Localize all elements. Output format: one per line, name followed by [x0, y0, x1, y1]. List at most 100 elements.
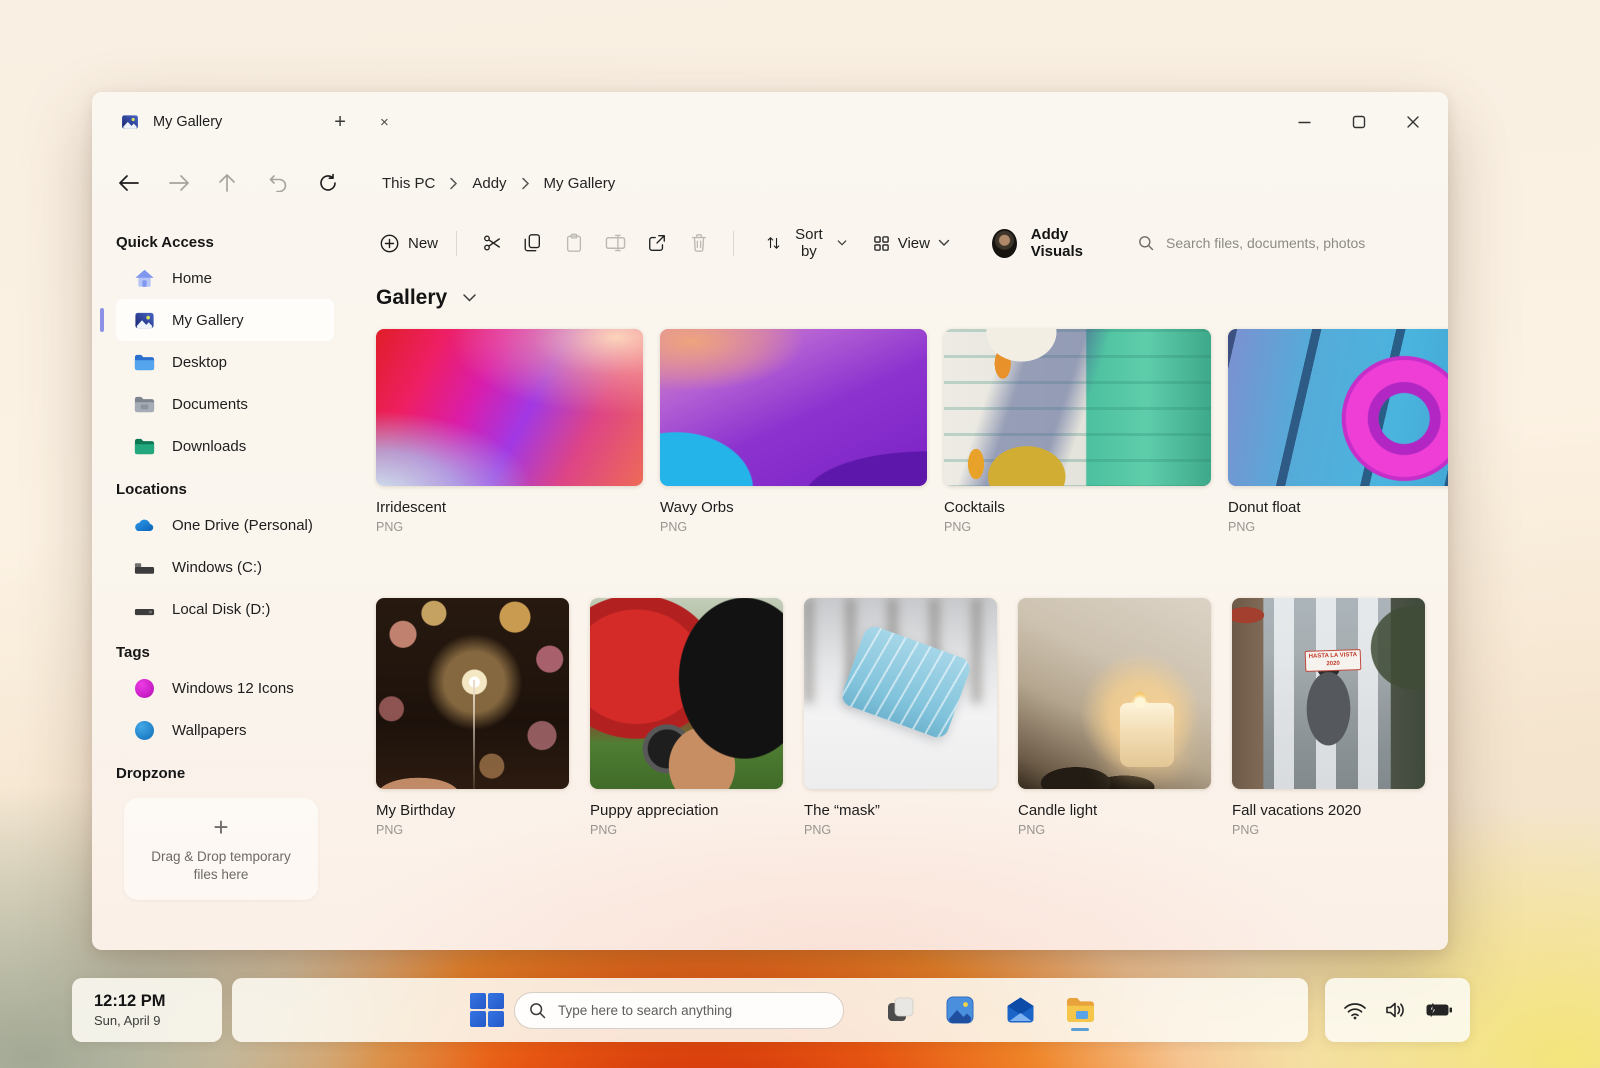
breadcrumb-addy[interactable]: Addy — [472, 175, 506, 192]
sidebar-item-documents[interactable]: Documents — [116, 383, 334, 425]
tab-title: My Gallery — [153, 114, 222, 130]
chevron-down-icon — [837, 239, 847, 247]
gallery-item-irridescent[interactable]: Irridescent PNG — [376, 329, 643, 534]
toolbar-separator — [733, 231, 734, 256]
sidebar-item-onedrive[interactable]: One Drive (Personal) — [116, 504, 334, 546]
explorer-search — [1138, 234, 1448, 252]
system-drive-icon — [132, 555, 156, 579]
desktop: My Gallery + × — [0, 0, 1600, 1068]
thumbnail-donut-float — [1228, 329, 1448, 486]
photos-app-icon[interactable] — [942, 989, 978, 1031]
tag-magenta-icon — [132, 676, 156, 700]
forward-icon[interactable] — [168, 174, 218, 192]
mail-app-icon[interactable] — [1002, 989, 1038, 1031]
gallery-item-donut-float[interactable]: Donut float PNG — [1228, 329, 1448, 534]
undo-icon[interactable] — [268, 174, 318, 192]
share-icon[interactable] — [636, 227, 677, 259]
chevron-down-icon — [462, 293, 477, 303]
sort-by-button[interactable]: Sort by — [758, 220, 855, 266]
taskbar-clock-widget[interactable]: 12:12 PM Sun, April 9 — [72, 978, 222, 1042]
sidebar-item-tag-windows-12-icons[interactable]: Windows 12 Icons — [116, 667, 334, 709]
clock-date: Sun, April 9 — [94, 1013, 222, 1028]
close-window-button[interactable] — [1402, 111, 1424, 133]
taskbar-dock — [882, 989, 1098, 1031]
new-tab-button[interactable]: + — [326, 108, 354, 136]
titlebar: My Gallery + × — [92, 92, 1448, 152]
tab-my-gallery[interactable]: My Gallery — [118, 110, 222, 134]
command-toolbar: New — [376, 214, 1448, 272]
close-tab-button[interactable]: × — [372, 111, 397, 134]
gallery-item-candle-light[interactable]: Candle light PNG — [1018, 598, 1211, 837]
sidebar-item-my-gallery[interactable]: My Gallery — [116, 299, 334, 341]
section-quick-access: Quick Access — [116, 234, 350, 251]
sidebar-item-local-disk-d[interactable]: Local Disk (D:) — [116, 588, 334, 630]
windows-start-icon[interactable] — [470, 993, 504, 1027]
gallery-item-the-mask[interactable]: The “mask” PNG — [804, 598, 997, 837]
file-explorer-icon[interactable] — [1062, 989, 1098, 1031]
dropzone-text: Drag & Drop temporary files here — [141, 848, 301, 884]
taskbar-search-input[interactable] — [556, 1002, 829, 1019]
dropzone-area[interactable]: + Drag & Drop temporary files here — [124, 798, 318, 900]
rename-icon[interactable] — [595, 228, 636, 258]
folder-gray-icon — [132, 392, 156, 416]
sidebar-item-desktop[interactable]: Desktop — [116, 341, 334, 383]
breadcrumb-this-pc[interactable]: This PC — [382, 175, 435, 192]
grid-view-icon — [873, 235, 890, 252]
task-view-icon[interactable] — [882, 989, 918, 1031]
search-input[interactable] — [1164, 234, 1448, 252]
sidebar: Quick Access Home — [92, 214, 350, 950]
thumbnail-cocktails — [944, 329, 1211, 486]
thumbnail-candle-light — [1018, 598, 1211, 789]
onedrive-cloud-icon — [132, 513, 156, 537]
hard-drive-icon — [132, 597, 156, 621]
breadcrumb-my-gallery[interactable]: My Gallery — [544, 175, 616, 192]
clock-time: 12:12 PM — [94, 992, 222, 1011]
refresh-icon[interactable] — [318, 173, 368, 193]
system-tray — [1325, 978, 1470, 1042]
gallery-row-1: Irridescent PNG Wavy Orbs PNG Cocktails … — [376, 329, 1448, 534]
thumbnail-the-mask — [804, 598, 997, 789]
gallery-item-wavy-orbs[interactable]: Wavy Orbs PNG — [660, 329, 927, 534]
delete-icon[interactable] — [678, 227, 719, 259]
gallery-item-my-birthday[interactable]: My Birthday PNG — [376, 598, 569, 837]
back-icon[interactable] — [118, 174, 168, 192]
photo-sign-text: HASTA LA VISTA 2020 — [1305, 649, 1362, 672]
gallery-icon — [118, 110, 142, 134]
window-controls — [1293, 111, 1424, 134]
folder-blue-icon — [132, 350, 156, 374]
gallery-item-puppy-appreciation[interactable]: Puppy appreciation PNG — [590, 598, 783, 837]
sidebar-item-downloads[interactable]: Downloads — [116, 425, 334, 467]
maximize-button[interactable] — [1348, 111, 1370, 133]
battery-charging-icon[interactable] — [1425, 1002, 1453, 1018]
thumbnail-irridescent — [376, 329, 643, 486]
tag-blue-icon — [132, 718, 156, 742]
thumbnail-wavy-orbs — [660, 329, 927, 486]
up-icon[interactable] — [218, 173, 268, 193]
gallery-row-2: My Birthday PNG Puppy appreciation PNG T… — [376, 598, 1448, 837]
toolbar-separator — [456, 231, 457, 256]
page-title: Gallery — [376, 286, 447, 310]
account-button[interactable]: Addy Visuals — [992, 226, 1110, 260]
gallery-item-cocktails[interactable]: Cocktails PNG — [944, 329, 1211, 534]
new-button[interactable]: New — [376, 228, 442, 259]
navigation-bar: This PC Addy My Gallery — [92, 152, 1448, 214]
volume-icon[interactable] — [1384, 1000, 1408, 1020]
gallery-item-fall-vacations-2020[interactable]: HASTA LA VISTA 2020 Fall vacations 2020 … — [1232, 598, 1425, 837]
cut-icon[interactable] — [471, 227, 512, 259]
paste-icon[interactable] — [554, 227, 595, 259]
sidebar-item-home[interactable]: Home — [116, 257, 334, 299]
sidebar-item-windows-c[interactable]: Windows (C:) — [116, 546, 334, 588]
plus-circle-icon — [380, 234, 399, 253]
minimize-button[interactable] — [1293, 111, 1316, 134]
chevron-right-icon — [449, 177, 458, 190]
folder-green-icon — [132, 434, 156, 458]
sidebar-item-tag-wallpapers[interactable]: Wallpapers — [116, 709, 334, 751]
search-icon — [529, 1002, 546, 1019]
search-icon — [1138, 235, 1154, 251]
thumbnail-my-birthday — [376, 598, 569, 789]
wifi-icon[interactable] — [1343, 1001, 1367, 1020]
view-button[interactable]: View — [865, 229, 958, 258]
copy-icon[interactable] — [512, 227, 553, 259]
chevron-down-icon — [938, 239, 950, 247]
gallery-section-header[interactable]: Gallery — [376, 286, 506, 310]
